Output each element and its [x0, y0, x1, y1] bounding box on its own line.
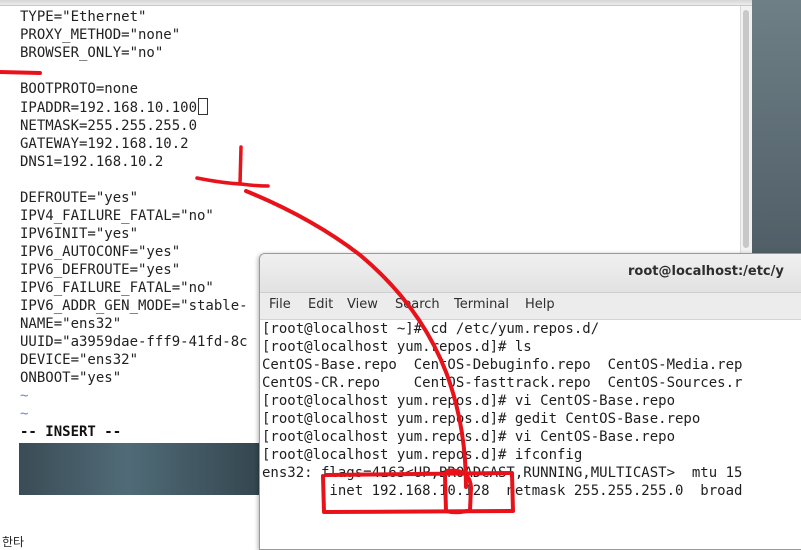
menu-edit[interactable]: Edit [308, 297, 333, 312]
vi-line[interactable]: IPV4_FAILURE_FATAL="no" [20, 207, 248, 225]
terminal-titlebar[interactable]: root@localhost:/etc/y [260, 254, 801, 293]
vi-line[interactable]: TYPE="Ethernet" [20, 8, 248, 26]
vi-line[interactable]: DEVICE="ens32" [20, 351, 248, 369]
vi-mode-indicator: -- INSERT -- [20, 424, 122, 440]
terminal-line: [root@localhost ~]# cd /etc/yum.repos.d/ [262, 321, 600, 337]
vi-empty-line-marker: ~ [20, 388, 29, 404]
terminal-line: [root@localhost yum.repos.d]# vi CentOS-… [262, 393, 676, 409]
terminal-line: [root@localhost yum.repos.d]# vi CentOS-… [262, 429, 676, 445]
vi-line[interactable]: IPV6_ADDR_GEN_MODE="stable- [20, 297, 248, 315]
vi-scrollbar-thumb[interactable] [743, 10, 749, 248]
menu-help[interactable]: Help [525, 297, 555, 312]
terminal-line: [root@localhost yum.repos.d]# gedit Cent… [262, 411, 701, 427]
terminal-line: CentOS-Base.repo CentOS-Debuginfo.repo C… [262, 357, 743, 373]
vi-line[interactable] [20, 171, 248, 189]
vi-empty-line-marker: ~ [20, 406, 29, 422]
terminal-line: inet 192.168.10.128 netmask 255.255.255.… [262, 483, 743, 499]
vi-line[interactable]: IPV6_DEFROUTE="yes" [20, 261, 248, 279]
vi-editor-buffer[interactable]: TYPE="Ethernet" PROXY_METHOD="none" BROWSE… [20, 8, 248, 441]
vi-line[interactable]: UUID="a3959dae-fff9-41fd-8c [20, 333, 248, 351]
terminal-line: ens32: flags=4163<UP,BROADCAST,RUNNING,M… [262, 465, 743, 481]
menu-search[interactable]: Search [395, 297, 440, 312]
menu-view[interactable]: View [347, 297, 378, 312]
desktop-gap [0, 443, 19, 548]
menu-terminal[interactable]: Terminal [454, 297, 509, 312]
vi-line[interactable]: IPADDR=192.168.10.100 [20, 98, 248, 117]
terminal-menubar: File Edit View Search Terminal Help [260, 293, 801, 320]
vi-line[interactable]: NETMASK=255.255.255.0 [20, 117, 248, 135]
desktop-wallpaper [19, 443, 260, 495]
vi-line[interactable]: PROXY_METHOD="none" [20, 26, 248, 44]
vi-line[interactable]: BOOTPROTO=none [20, 80, 248, 98]
terminal-window[interactable]: root@localhost:/etc/y File Edit View Sea… [259, 253, 801, 550]
vi-line[interactable]: NAME="ens32" [20, 315, 248, 333]
vi-line[interactable]: IPV6_AUTOCONF="yes" [20, 243, 248, 261]
vi-line[interactable]: IPV6INIT="yes" [20, 225, 248, 243]
terminal-line: CentOS-CR.repo CentOS-fasttrack.repo Cen… [262, 375, 743, 391]
vi-line[interactable]: ONBOOT="yes" [20, 369, 248, 387]
terminal-line: [root@localhost yum.repos.d]# ls [262, 339, 532, 355]
vi-line[interactable]: DNS1=192.168.10.2 [20, 153, 248, 171]
vi-line[interactable]: DEFROUTE="yes" [20, 189, 248, 207]
vi-line[interactable] [20, 62, 248, 80]
terminal-title: root@localhost:/etc/y [628, 264, 784, 279]
terminal-output[interactable]: [root@localhost ~]# cd /etc/yum.repos.d/… [262, 320, 742, 500]
terminal-line: [root@localhost yum.repos.d]# ifconfig [262, 447, 583, 463]
ime-indicator: 한타 [2, 535, 25, 549]
vi-line[interactable]: BROWSER_ONLY="no" [20, 44, 248, 62]
text-cursor [198, 98, 209, 115]
vi-line[interactable]: IPV6_FAILURE_FATAL="no" [20, 279, 248, 297]
menu-file[interactable]: File [269, 297, 291, 312]
vi-window-titlebar[interactable] [0, 0, 752, 6]
vi-line[interactable]: GATEWAY=192.168.10.2 [20, 135, 248, 153]
